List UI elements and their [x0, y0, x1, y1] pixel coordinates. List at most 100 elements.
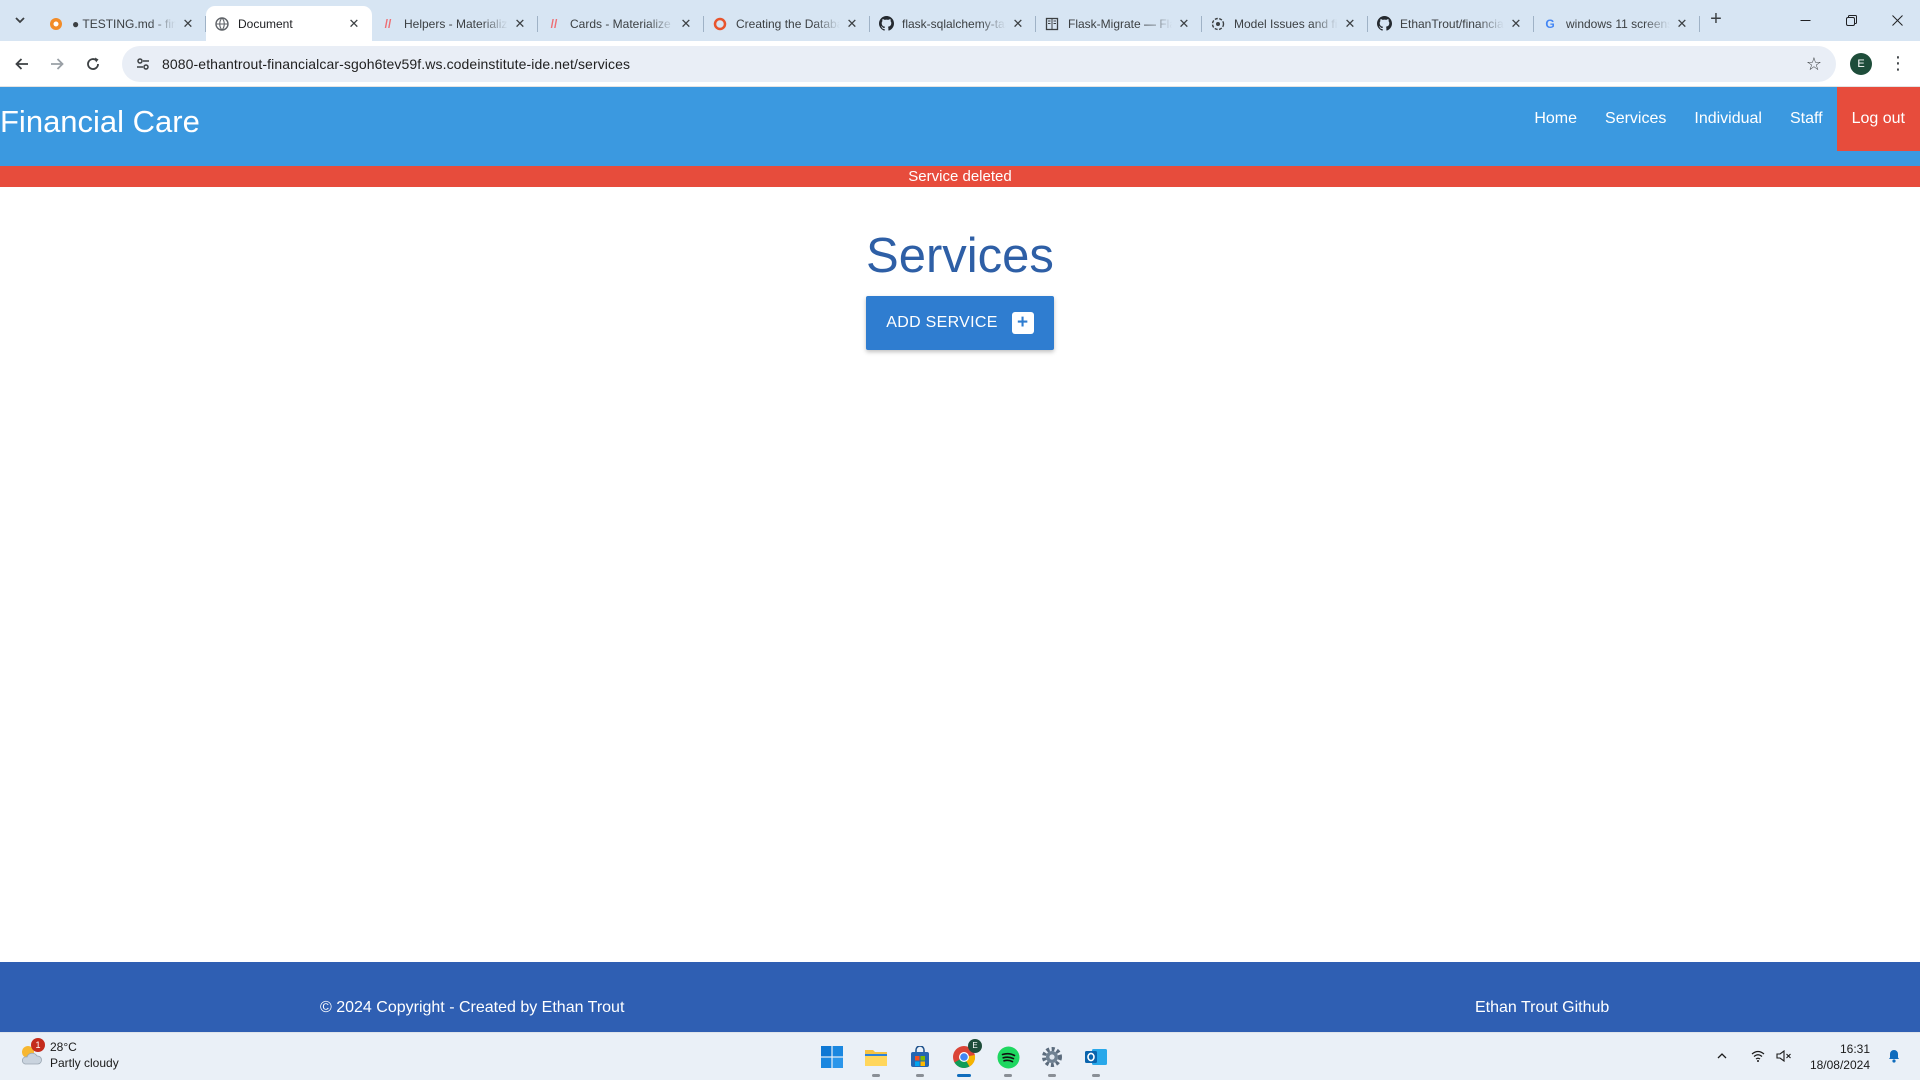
close-icon[interactable]: ✕	[512, 16, 528, 32]
bookmark-star-icon[interactable]: ☆	[1806, 54, 1822, 74]
tab-title: Document	[238, 16, 293, 31]
clock[interactable]: 16:31 18/08/2024	[1810, 1041, 1870, 1073]
taskbar-outlook[interactable]	[1074, 1039, 1118, 1077]
footer-github-link[interactable]: Ethan Trout Github	[1475, 999, 1609, 1017]
browser-tab[interactable]: Flask-Migrate — Flask ✕	[1036, 6, 1202, 41]
system-tray: 16:31 18/08/2024	[1708, 1033, 1906, 1080]
running-indicator	[957, 1074, 971, 1077]
browser-tab[interactable]: EthanTrout/financial ✕	[1368, 6, 1534, 41]
close-icon[interactable]: ✕	[678, 16, 694, 32]
site-navbar: Financial Care Home Services Individual …	[0, 87, 1920, 166]
arrow-right-icon	[51, 58, 64, 70]
tab-title: Creating the Database	[736, 16, 840, 31]
browser-tab-active[interactable]: Document ✕	[206, 6, 372, 41]
minimize-button[interactable]	[1782, 0, 1828, 41]
reload-button[interactable]	[79, 50, 107, 78]
browser-tab[interactable]: // Cards - Materialize ✕	[538, 6, 704, 41]
restore-icon	[1845, 15, 1857, 26]
weather-temperature: 28°C	[50, 1040, 77, 1054]
taskbar: 1 28°C Partly cloudy E 16:31 18/08/2024	[0, 1032, 1920, 1080]
browser-tab[interactable]: // Helpers - Materialize ✕	[372, 6, 538, 41]
tab-title: Flask-Migrate — Flask	[1068, 16, 1172, 31]
running-indicator	[872, 1074, 880, 1077]
ring-icon	[712, 16, 728, 32]
notification-badge: 1	[31, 1038, 45, 1052]
taskbar-settings[interactable]	[1030, 1039, 1074, 1077]
arrow-left-icon	[15, 58, 28, 70]
spotify-icon	[997, 1046, 1019, 1068]
browser-tab[interactable]: Model Issues and fixes ✕	[1202, 6, 1368, 41]
outlook-icon	[1085, 1049, 1107, 1065]
taskbar-spotify[interactable]	[986, 1039, 1030, 1077]
browser-menu-icon[interactable]: ⋮	[1888, 52, 1908, 76]
close-icon[interactable]: ✕	[180, 16, 196, 32]
tab-list: ● TESTING.md - financial ✕ Document ✕ //…	[40, 6, 1700, 41]
footer-copyright: © 2024 Copyright - Created by Ethan Trou…	[320, 999, 625, 1016]
flash-message: Service deleted	[0, 166, 1920, 187]
weather-widget[interactable]: 1 28°C Partly cloudy	[18, 1038, 119, 1071]
nav-link-services[interactable]: Services	[1591, 87, 1680, 151]
restore-button[interactable]	[1828, 0, 1874, 41]
tab-title: Model Issues and fixes	[1234, 16, 1338, 31]
brand-logo[interactable]: Financial Care	[0, 102, 200, 142]
add-service-button[interactable]: ADD SERVICE +	[866, 296, 1054, 350]
browser-tab[interactable]: G windows 11 screenshot ✕	[1534, 6, 1700, 41]
openai-icon	[1210, 16, 1226, 32]
windows-logo-icon	[821, 1046, 843, 1068]
notification-bell-icon[interactable]	[1882, 1048, 1906, 1066]
running-indicator	[1004, 1074, 1012, 1077]
forward-button[interactable]	[43, 50, 71, 78]
logout-button[interactable]: Log out	[1836, 87, 1920, 151]
tab-title: Cards - Materialize	[570, 16, 671, 31]
book-icon	[1044, 16, 1060, 32]
browser-tab[interactable]: Creating the Database ✕	[704, 6, 870, 41]
minimize-icon	[1800, 20, 1810, 21]
page-title: Services	[866, 229, 1054, 283]
nav-link-staff[interactable]: Staff	[1776, 87, 1837, 151]
running-indicator	[916, 1074, 924, 1077]
new-tab-button[interactable]: +	[1704, 8, 1728, 32]
browser-tab-strip: ● TESTING.md - financial ✕ Document ✕ //…	[0, 0, 1920, 41]
site-footer: © 2024 Copyright - Created by Ethan Trou…	[0, 962, 1920, 1032]
close-icon[interactable]: ✕	[346, 16, 362, 32]
plus-box-icon: +	[1011, 312, 1034, 334]
start-button[interactable]	[810, 1039, 854, 1075]
window-controls	[1782, 0, 1920, 41]
close-icon[interactable]: ✕	[844, 16, 860, 32]
wifi-icon[interactable]	[1746, 1050, 1770, 1065]
nav-link-individual[interactable]: Individual	[1680, 87, 1776, 151]
close-window-button[interactable]	[1874, 0, 1920, 41]
tab-title: windows 11 screenshot	[1566, 16, 1670, 31]
nav-link-home[interactable]: Home	[1520, 87, 1591, 151]
google-icon: G	[1545, 16, 1555, 31]
chevron-up-icon[interactable]	[1710, 1050, 1734, 1065]
chevron-down-icon	[15, 17, 25, 24]
browser-tab[interactable]: ● TESTING.md - financial ✕	[40, 6, 206, 41]
browser-tab[interactable]: flask-sqlalchemy-tasks ✕	[870, 6, 1036, 41]
taskbar-chrome[interactable]: E	[942, 1039, 986, 1077]
partly-cloudy-icon: 1	[18, 1038, 45, 1068]
materialize-icon: //	[550, 16, 558, 31]
close-icon[interactable]: ✕	[1508, 16, 1524, 32]
taskbar-apps: E	[810, 1039, 1118, 1077]
site-info-icon[interactable]	[128, 56, 158, 72]
edit-icon	[48, 16, 64, 32]
taskbar-file-explorer[interactable]	[854, 1039, 898, 1077]
close-icon[interactable]: ✕	[1176, 16, 1192, 32]
clock-date: 18/08/2024	[1809, 1058, 1870, 1072]
running-indicator	[1048, 1074, 1056, 1077]
tab-search-button[interactable]	[8, 8, 32, 32]
close-icon	[1891, 15, 1903, 26]
back-button[interactable]	[8, 50, 36, 78]
address-bar[interactable]: 8080-ethantrout-financialcar-sgoh6tev59f…	[122, 46, 1836, 82]
tab-title: Helpers - Materialize	[404, 16, 508, 31]
speaker-muted-icon[interactable]	[1772, 1049, 1796, 1065]
github-icon	[878, 16, 894, 32]
taskbar-store[interactable]	[898, 1039, 942, 1077]
close-icon[interactable]: ✕	[1010, 16, 1026, 32]
close-icon[interactable]: ✕	[1674, 16, 1690, 32]
close-icon[interactable]: ✕	[1342, 16, 1358, 32]
globe-icon	[214, 16, 230, 32]
weather-condition: Partly cloudy	[50, 1056, 119, 1070]
profile-avatar[interactable]: E	[1850, 53, 1872, 75]
